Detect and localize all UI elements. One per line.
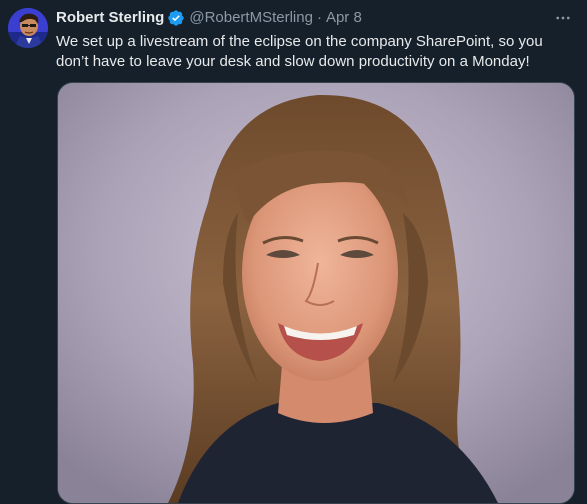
tweet-header: Robert Sterling @RobertMSterling · Apr 8 xyxy=(56,8,362,28)
tweet-text-line: We set up a livestream of the eclipse on… xyxy=(56,33,543,50)
tweet: Robert Sterling @RobertMSterling · Apr 8… xyxy=(0,0,587,504)
verified-badge-icon xyxy=(167,9,185,27)
more-options-button[interactable] xyxy=(553,8,573,28)
tweet-text-line: don’t have to leave your desk and slow d… xyxy=(56,53,530,70)
avatar[interactable] xyxy=(8,8,48,48)
tweet-media[interactable] xyxy=(57,82,575,504)
tweet-text: We set up a livestream of the eclipse on… xyxy=(56,32,566,72)
more-horizontal-icon xyxy=(556,16,570,20)
smiling-woman-photo xyxy=(58,83,574,503)
author-name[interactable]: Robert Sterling xyxy=(56,8,164,28)
separator-dot: · xyxy=(316,9,322,26)
author-handle[interactable]: @RobertMSterling xyxy=(189,8,313,28)
avatar-cartoon-icon xyxy=(8,8,48,48)
tweet-date[interactable]: Apr 8 xyxy=(326,8,362,28)
